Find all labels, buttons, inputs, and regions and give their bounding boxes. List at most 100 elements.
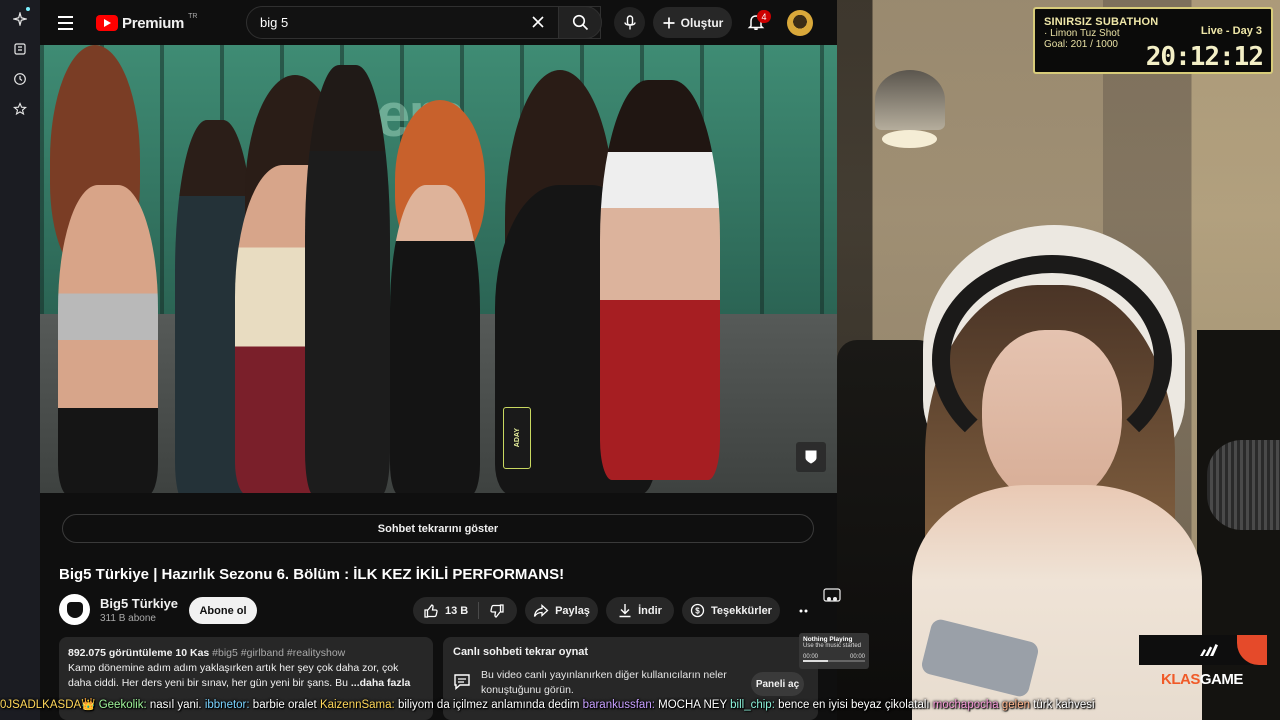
lamp-glow — [882, 130, 937, 148]
now-playing-subtitle: Use the music started — [803, 643, 862, 649]
download-icon — [619, 604, 631, 618]
like-dislike-group: 13 B — [413, 597, 517, 624]
ticker-username: bill_chip: — [730, 699, 775, 711]
hashtags[interactable]: #big5 #girlband #realityshow — [212, 647, 345, 659]
show-more-link[interactable]: ...daha fazla — [351, 677, 411, 689]
more-actions-button[interactable] — [788, 597, 824, 624]
ticker-username: ibbnetor: — [204, 699, 250, 711]
thumbs-up-icon — [424, 603, 438, 618]
video-figure — [600, 80, 720, 480]
thanks-button[interactable]: $ Teşekkürler — [682, 597, 780, 624]
super-thanks-icon: $ — [690, 603, 705, 618]
share-button[interactable]: Paylaş — [525, 597, 598, 624]
logo-region: TR — [188, 12, 198, 20]
subscribe-button[interactable]: Abone ol — [189, 597, 257, 624]
channel-watermark-button[interactable] — [796, 442, 826, 472]
search-value: big 5 — [260, 15, 289, 30]
ticker-message: MOCHA NEY — [658, 699, 727, 711]
chat-ticker: 0JSADLKASDA👑 Geekolik: nasıl yani. ibbne… — [0, 699, 1095, 711]
music-player-icon — [820, 584, 844, 608]
create-label: Oluştur — [680, 15, 724, 30]
subscribe-label: Abone ol — [199, 604, 247, 617]
ticker-username: KaizennSama: — [319, 699, 395, 711]
youtube-premium-logo[interactable]: Premium TR — [96, 12, 197, 34]
svg-text:$: $ — [695, 607, 700, 616]
bookmark-stack-icon[interactable] — [11, 40, 29, 58]
account-avatar[interactable] — [787, 10, 813, 36]
contestant-badge-text: ADAY — [513, 428, 521, 448]
microphone-icon — [623, 14, 636, 29]
adidas-logo-icon — [1200, 644, 1218, 656]
chat-bubble-icon — [453, 673, 471, 695]
download-label: İndir — [638, 604, 662, 617]
like-button[interactable]: 13 B — [413, 597, 478, 624]
now-playing-progress — [803, 660, 865, 662]
now-playing-title: Nothing Playing — [803, 636, 853, 643]
thumbs-down-icon — [490, 603, 504, 618]
subathon-widget: SINIRSIZ SUBATHON · Limon Tuz Shot Goal:… — [1033, 7, 1273, 74]
ticker-message: türk kahvesi — [1033, 699, 1095, 711]
ticker-username: Geekolik: — [98, 699, 147, 711]
plus-icon — [663, 17, 675, 28]
channel-name[interactable]: Big5 Türkiye — [100, 596, 178, 611]
star-icon[interactable] — [11, 100, 29, 118]
notifications-button[interactable]: 4 — [743, 9, 771, 35]
youtube-window: Premium TR big 5 Oluştur 4 pers ADAY Soh… — [40, 0, 837, 720]
view-count: 892.075 görüntüleme — [68, 647, 173, 659]
download-button[interactable]: İndir — [606, 597, 674, 624]
ticker-message: bence en iyisi beyaz çikolatalı — [778, 699, 930, 711]
history-icon[interactable] — [11, 70, 29, 88]
open-panel-button[interactable]: Paneli aç — [751, 672, 804, 696]
brand-name-part-b: GAME — [1199, 671, 1244, 688]
notification-badge: 4 — [757, 10, 771, 23]
contestant-badge: ADAY — [503, 407, 531, 469]
ticker-username: gelen — [1001, 699, 1030, 711]
left-tool-rail — [0, 0, 40, 720]
video-figure — [390, 185, 480, 493]
ceiling-lamp — [875, 70, 945, 130]
streamer-face — [982, 330, 1122, 505]
like-count: 13 B — [445, 604, 469, 617]
ticker-username: mochapocha — [932, 699, 999, 711]
video-player[interactable]: pers ADAY — [40, 45, 837, 493]
description-text-line: Kamp dönemine adım adım yaklaşırken artı… — [68, 661, 424, 691]
subathon-timer: 20:12:12 — [1145, 42, 1264, 72]
ticker-message: barbie oralet — [252, 699, 317, 711]
voice-search-button[interactable] — [614, 7, 645, 38]
sparkle-icon[interactable] — [11, 10, 29, 28]
status-dot — [26, 7, 30, 11]
more-icon — [799, 609, 808, 612]
microphone-foam — [1207, 440, 1280, 530]
channel-avatar[interactable] — [59, 594, 90, 625]
search-button[interactable] — [558, 6, 602, 39]
webcam-feed — [837, 0, 1280, 720]
video-title: Big5 Türkiye | Hazırlık Sezonu 6. Bölüm … — [59, 566, 565, 583]
show-chat-replay-button[interactable]: Sohbet tekrarını göster — [62, 514, 814, 543]
hamburger-menu-icon[interactable] — [58, 12, 80, 34]
thanks-label: Teşekkürler — [711, 604, 772, 617]
ticker-message: nasıl yani. — [149, 699, 202, 711]
brand-name: KLASGAME — [1161, 671, 1243, 688]
description-meta: 892.075 görüntüleme 10 Kas #big5 #girlba… — [68, 646, 424, 661]
brand-name-part-a: KLAS — [1161, 671, 1200, 688]
share-label: Paylaş — [555, 604, 590, 617]
top-bar: Premium TR big 5 Oluştur 4 — [40, 0, 837, 45]
now-playing-widget: Nothing Playing Use the music started 00… — [799, 633, 869, 669]
upload-date: 10 Kas — [175, 647, 210, 659]
chat-replay-label: Sohbet tekrarını göster — [377, 522, 499, 535]
ticker-username: 0JSADLKASDA — [0, 699, 82, 711]
logo-text: Premium — [122, 14, 185, 32]
subathon-live-day: Live - Day 3 — [1200, 25, 1262, 37]
shield-icon — [805, 450, 817, 464]
dislike-button[interactable] — [479, 597, 515, 624]
create-button[interactable]: Oluştur — [653, 7, 732, 38]
youtube-play-icon — [96, 15, 118, 31]
ticker-message: biliyom da içilmez anlamında dedim — [397, 699, 580, 711]
video-figure — [58, 185, 158, 493]
clear-search-icon[interactable] — [526, 10, 550, 34]
sponsor-brand-tag: KLASGAME — [1139, 635, 1267, 690]
video-figure — [305, 65, 390, 493]
subscriber-count: 311 B abone — [100, 613, 156, 624]
search-icon — [572, 14, 588, 31]
share-icon — [533, 603, 549, 617]
